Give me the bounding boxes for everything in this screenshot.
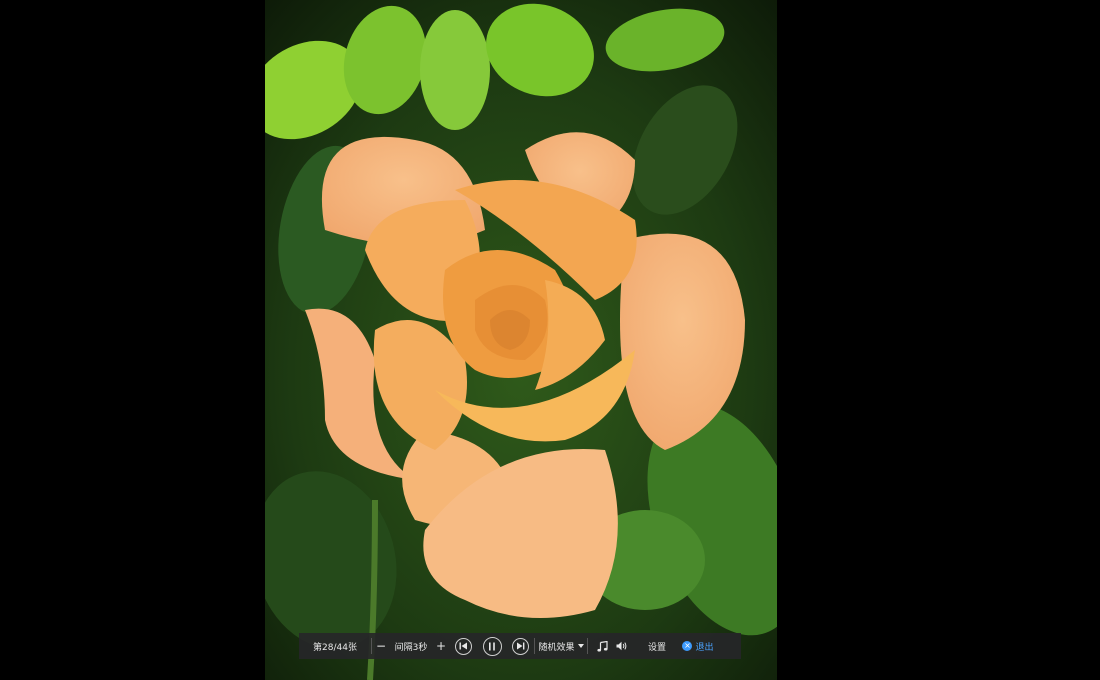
- skip-next-icon: [512, 637, 529, 655]
- slideshow-toolbar: 第28/44张 − 间隔3秒 + 随机效果 设置 × 退出: [299, 633, 741, 659]
- pause-icon: [482, 636, 502, 656]
- next-button[interactable]: [507, 633, 534, 659]
- interval-label: 间隔3秒: [394, 642, 428, 653]
- caret-down-icon: [577, 644, 584, 648]
- volume-button[interactable]: [612, 633, 632, 659]
- rose-image: [265, 0, 777, 680]
- previous-button[interactable]: [450, 633, 477, 659]
- skip-previous-icon: [455, 637, 472, 655]
- divider: [587, 638, 588, 654]
- close-icon: ×: [682, 641, 693, 651]
- effect-dropdown[interactable]: 随机效果: [535, 633, 587, 659]
- settings-button[interactable]: 设置: [640, 633, 674, 659]
- page-counter: 第28/44张: [313, 642, 357, 653]
- exit-button[interactable]: × 退出: [678, 633, 718, 659]
- slideshow-photo: [265, 0, 777, 680]
- volume-icon: [616, 641, 627, 651]
- exit-label: 退出: [695, 642, 714, 653]
- effect-label: 随机效果: [538, 642, 575, 653]
- increase-interval-button[interactable]: +: [432, 633, 450, 659]
- pause-button[interactable]: [477, 633, 507, 659]
- music-button[interactable]: [592, 633, 612, 659]
- music-note-icon: [596, 640, 608, 651]
- decrease-interval-button[interactable]: −: [372, 633, 390, 659]
